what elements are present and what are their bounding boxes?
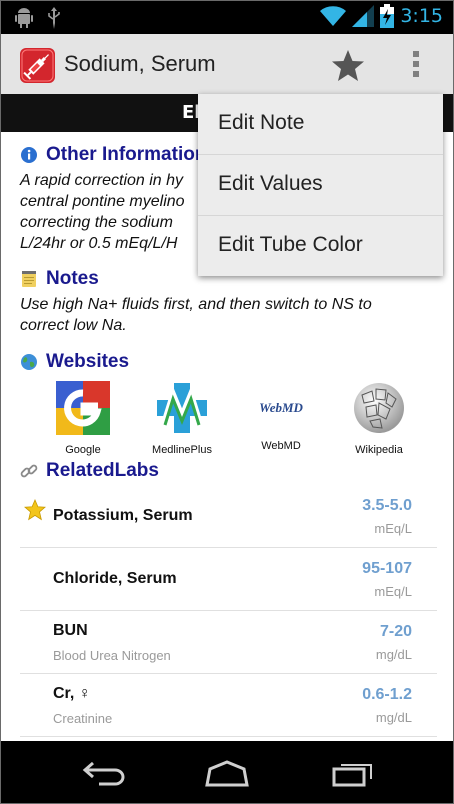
related-lab-row[interactable]: Chloride, Serum 95-107 mEq/L <box>20 548 437 611</box>
app-screen: 3:15 Sodium, Serum El Other Information … <box>0 0 454 804</box>
website-webmd[interactable]: WebMD WebMD <box>236 381 326 452</box>
section-title-other-information: Other Information <box>46 144 207 165</box>
website-wikipedia[interactable]: Wikipedia <box>334 381 424 456</box>
website-google[interactable]: Google <box>38 381 128 456</box>
section-title-notes: Notes <box>46 268 99 289</box>
lab-unit: mg/dL <box>375 647 412 662</box>
section-title-websites: Websites <box>46 351 130 372</box>
link-icon <box>20 464 38 478</box>
menu-item-edit-note[interactable]: Edit Note <box>198 94 443 155</box>
section-title-related-labs: RelatedLabs <box>46 460 159 481</box>
notes-text: Use high Na+ fluids first, and then swit… <box>20 296 372 334</box>
lab-name: Potassium, Serum <box>53 507 193 524</box>
back-icon[interactable] <box>81 759 127 787</box>
related-lab-row[interactable]: BUN Blood Urea Nitrogen 7-20 mg/dL <box>20 611 437 674</box>
navigation-bar <box>1 741 453 803</box>
info-icon <box>21 147 37 163</box>
website-name: Wikipedia <box>355 444 403 456</box>
signal-icon <box>352 5 375 27</box>
lab-range: 3.5-5.0 <box>362 497 412 514</box>
lab-subtitle: Creatinine <box>53 711 113 726</box>
app-syringe-icon[interactable] <box>20 48 55 83</box>
action-bar: Sodium, Serum <box>1 34 453 94</box>
website-name: WebMD <box>261 440 301 452</box>
lab-unit: mg/dL <box>375 710 412 725</box>
note-icon <box>22 271 36 287</box>
website-name: MedlinePlus <box>152 444 212 456</box>
overflow-menu-icon[interactable] <box>406 51 426 79</box>
menu-item-edit-values[interactable]: Edit Values <box>198 155 443 216</box>
lab-range: 7-20 <box>379 623 412 640</box>
page-title: Sodium, Serum <box>64 51 216 76</box>
status-bar: 3:15 <box>1 1 453 34</box>
wikipedia-logo-icon <box>354 383 404 433</box>
status-clock: 3:15 <box>400 5 443 27</box>
android-icon <box>15 8 33 28</box>
battery-charging-icon <box>380 4 395 28</box>
menu-item-edit-tube-color[interactable]: Edit Tube Color <box>198 216 443 276</box>
lab-range: 0.6-1.2 <box>362 686 412 703</box>
star-icon[interactable] <box>331 49 365 83</box>
usb-icon <box>48 7 60 29</box>
lab-name: Cr, ♀ <box>53 685 91 702</box>
related-lab-row[interactable]: Cr, ♀ Creatinine 0.6-1.2 mg/dL <box>20 674 437 737</box>
related-lab-row[interactable]: Potassium, Serum 3.5-5.0 mEq/L <box>20 485 437 548</box>
google-logo-icon <box>56 381 110 435</box>
star-icon <box>24 499 46 521</box>
wifi-icon <box>320 6 347 26</box>
website-name: Google <box>65 444 101 456</box>
website-medlineplus[interactable]: MedlinePlus <box>137 381 227 456</box>
lab-unit: mEq/L <box>374 584 412 599</box>
medlineplus-logo-icon <box>157 383 207 433</box>
lab-unit: mEq/L <box>374 521 412 536</box>
lab-subtitle: Blood Urea Nitrogen <box>53 648 171 663</box>
home-icon[interactable] <box>204 759 250 787</box>
globe-icon <box>21 354 37 370</box>
lab-name: Chloride, Serum <box>53 570 177 587</box>
webmd-logo-icon: WebMD <box>259 400 303 415</box>
overflow-menu: Edit Note Edit Values Edit Tube Color <box>198 94 443 276</box>
lab-range: 95-107 <box>362 560 412 577</box>
lab-name: BUN <box>53 622 88 639</box>
recents-icon[interactable] <box>331 759 377 787</box>
